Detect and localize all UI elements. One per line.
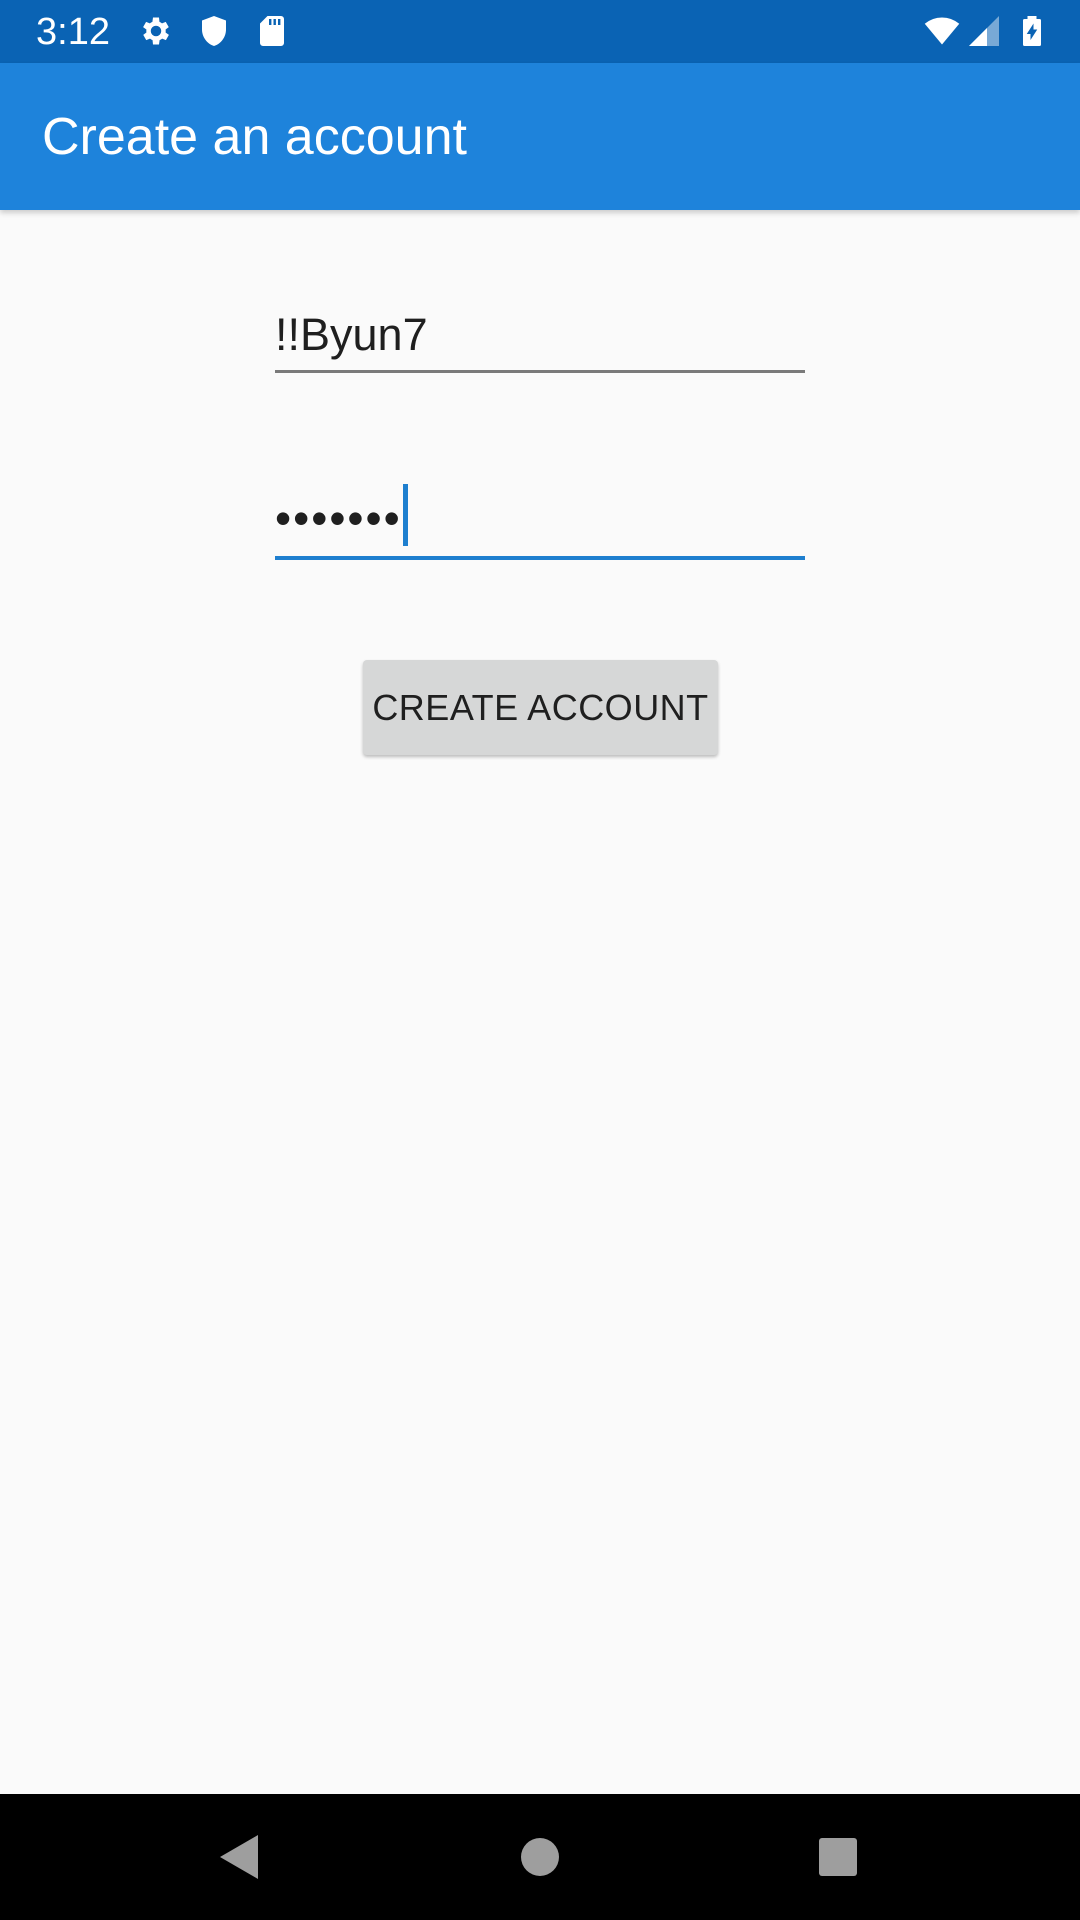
battery-charging-icon <box>1014 13 1050 49</box>
navigation-bar <box>0 1794 1080 1920</box>
password-value: ••••••• <box>275 492 402 544</box>
cell-signal-icon <box>966 13 1002 49</box>
username-value: !!Byun7 <box>275 309 428 360</box>
recents-icon[interactable] <box>808 1827 868 1887</box>
create-account-button[interactable]: CREATE ACCOUNT <box>363 660 718 755</box>
status-bar: 3:12 <box>0 0 1080 63</box>
back-icon[interactable] <box>208 1827 268 1887</box>
settings-gear-icon <box>138 13 174 49</box>
text-cursor <box>402 484 408 546</box>
wifi-icon <box>924 13 960 49</box>
sd-card-icon <box>254 13 290 49</box>
password-field[interactable]: ••••••• <box>275 480 805 560</box>
shield-icon <box>196 13 232 49</box>
home-icon[interactable] <box>510 1827 570 1887</box>
page-title: Create an account <box>42 108 467 166</box>
app-bar: Create an account <box>0 63 1080 210</box>
password-value-wrap: ••••••• <box>275 484 408 546</box>
status-time: 3:12 <box>36 11 110 53</box>
username-field[interactable]: !!Byun7 <box>275 300 805 373</box>
